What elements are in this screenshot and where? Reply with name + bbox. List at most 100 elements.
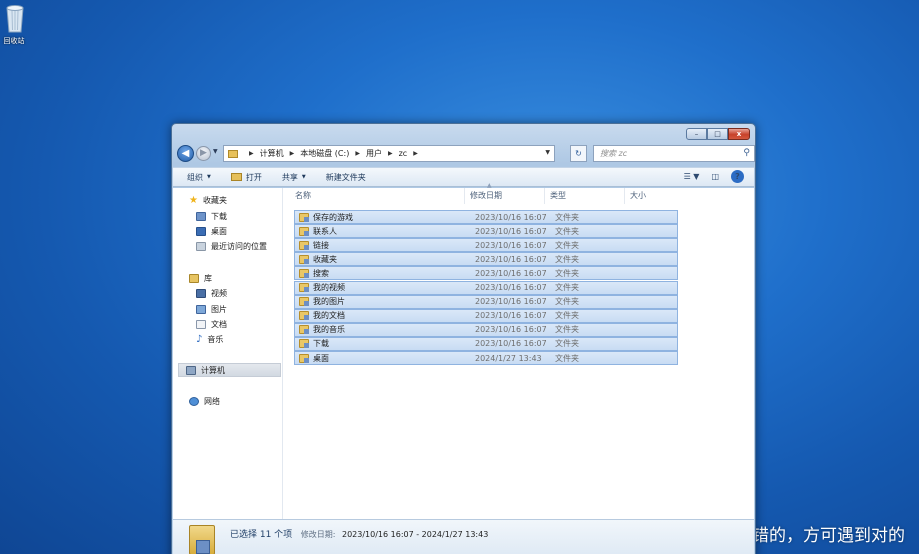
details-text: 已选择 11 个项 修改日期: 2023/10/16 16:07 - 2024/… [230,527,488,540]
breadcrumb-zc[interactable]: zc [399,149,408,158]
column-header-type[interactable]: 类型 [547,188,625,204]
file-type: 文件夹 [555,283,579,292]
file-type: 文件夹 [555,339,579,349]
file-type: 文件夹 [555,353,579,363]
file-date: 2023/10/16 16:07 [475,254,547,264]
chevron-right-icon[interactable]: ▶ [355,150,360,157]
column-header-size[interactable]: 大小 [627,188,705,204]
open-folder-icon [230,173,242,181]
share-menu[interactable]: 共享 ▼ [282,172,306,183]
pictures-icon [196,305,206,314]
file-type: 文件夹 [555,297,579,307]
organize-label: 组织 [187,172,203,182]
address-dropdown-icon[interactable]: ▼ [545,149,550,156]
chevron-down-icon: ▼ [207,174,211,180]
refresh-button[interactable]: ↻ [570,145,587,162]
table-row[interactable]: 我的文档 2023/10/16 16:07 文件夹 [294,308,678,323]
video-icon [196,289,206,298]
folder-icon [228,149,238,158]
file-date: 2023/10/16 16:07 [475,325,547,335]
minimize-button[interactable]: – [686,128,707,140]
table-row[interactable]: 收藏夹 2023/10/16 16:07 文件夹 [294,252,678,267]
nav-libraries[interactable]: 库 [189,273,212,284]
chevron-right-icon[interactable]: ▶ [290,150,295,157]
file-name: 我的视频 [313,283,345,292]
nav-network-label: 网络 [204,397,220,406]
file-name: 我的文档 [313,311,345,321]
table-row[interactable]: 桌面 2024/1/27 13:43 文件夹 [294,351,678,365]
search-input[interactable]: 搜索 zc ⚲ [593,145,755,162]
library-icon [189,274,199,283]
file-name: 收藏夹 [313,254,337,264]
chevron-right-icon[interactable]: ▶ [249,150,254,157]
modified-value: 2023/10/16 16:07 - 2024/1/27 13:43 [341,530,489,539]
table-row[interactable]: 联系人 2023/10/16 16:07 文件夹 [294,224,678,239]
preview-pane-icon[interactable]: ◫ [711,172,719,181]
folder-icon [299,311,309,321]
table-row[interactable]: 搜索 2023/10/16 16:07 文件夹 [294,266,678,281]
folder-icon [299,226,309,236]
file-date: 2023/10/16 16:07 [475,240,547,250]
new-folder-button[interactable]: 新建文件夹 [326,172,366,183]
breadcrumb-computer[interactable]: 计算机 [260,148,284,159]
open-button[interactable]: 打开 [230,172,262,183]
documents-icon [196,320,206,329]
breadcrumb-users[interactable]: 用户 [366,148,382,159]
back-button[interactable]: ◀ [177,145,194,162]
forward-button[interactable]: ▶ [196,146,211,161]
file-type: 文件夹 [555,268,579,278]
nav-item-label: 文档 [211,320,227,329]
nav-item-music[interactable]: ♪ 音乐 [196,334,223,345]
file-name: 我的图片 [313,297,345,307]
chevron-right-icon[interactable]: ▶ [413,150,418,157]
nav-computer[interactable]: 计算机 [178,363,281,377]
explorer-window: – □ x ◀ ▶ ▼ ▶ 计算机 ▶ 本地磁盘 (C:) ▶ 用户 ▶ zc … [171,123,756,554]
navigation-pane: ★ 收藏夹 下载 桌面 最近访问的位置 库 视频 图片 文档 ♪ 音乐 计算机 … [173,188,283,519]
recent-pages-dropdown[interactable]: ▼ [213,148,218,155]
nav-item-pictures[interactable]: 图片 [196,304,227,315]
column-header-date[interactable]: 修改日期 [467,188,545,204]
nav-item-label: 最近访问的位置 [211,242,267,251]
folder-icon [299,353,309,363]
maximize-button[interactable]: □ [707,128,728,140]
recycle-bin[interactable]: 回收站 [2,2,28,46]
nav-item-documents[interactable]: 文档 [196,319,227,330]
nav-item-videos[interactable]: 视频 [196,288,227,299]
file-list: ▲ 名称 修改日期 类型 大小 保存的游戏 2023/10/16 16:07 文件夹… [284,182,754,519]
desktop-icon [196,227,206,236]
nav-favorites[interactable]: ★ 收藏夹 [189,195,227,206]
table-row[interactable]: 我的图片 2023/10/16 16:07 文件夹 [294,294,678,309]
search-icon[interactable]: ⚲ [743,146,750,161]
column-header-name[interactable]: 名称 [292,188,465,204]
nav-item-label: 下载 [211,212,227,221]
table-row[interactable]: 下载 2023/10/16 16:07 文件夹 [294,336,678,351]
breadcrumb: ▶ 计算机 ▶ 本地磁盘 (C:) ▶ 用户 ▶ zc ▶ [243,148,424,159]
nav-network[interactable]: 网络 [189,396,220,407]
view-options-icon[interactable]: ☰ ▼ [684,172,700,181]
file-date: 2024/1/27 13:43 [475,353,542,363]
nav-item-recent[interactable]: 最近访问的位置 [196,241,267,252]
table-row[interactable]: 链接 2023/10/16 16:07 文件夹 [294,238,678,253]
view-controls: ☰ ▼ ◫ ? [672,170,744,183]
file-name: 桌面 [313,353,329,363]
address-bar[interactable]: ▶ 计算机 ▶ 本地磁盘 (C:) ▶ 用户 ▶ zc ▶ ▼ [223,145,555,162]
table-row[interactable]: 我的音乐 2023/10/16 16:07 文件夹 [294,322,678,337]
music-note-icon: ♪ [196,334,203,345]
help-icon[interactable]: ? [731,170,744,183]
network-icon [189,397,199,406]
nav-item-desktop[interactable]: 桌面 [196,226,227,237]
folder-icon [299,339,309,349]
close-button[interactable]: x [728,128,750,140]
organize-menu[interactable]: 组织 ▼ [187,172,211,183]
file-date: 2023/10/16 16:07 [475,212,547,222]
chevron-right-icon[interactable]: ▶ [388,150,393,157]
nav-item-label: 音乐 [207,335,224,344]
table-row[interactable]: 保存的游戏 2023/10/16 16:07 文件夹 [294,210,678,224]
folder-icon [189,525,215,554]
breadcrumb-local-disk[interactable]: 本地磁盘 (C:) [300,148,349,159]
file-type: 文件夹 [555,226,579,236]
nav-item-downloads[interactable]: 下载 [196,211,227,222]
file-date: 2023/10/16 16:07 [475,283,547,292]
chevron-down-icon: ▼ [301,174,306,180]
table-row[interactable]: 我的视频 2023/10/16 16:07 文件夹 [294,280,678,295]
